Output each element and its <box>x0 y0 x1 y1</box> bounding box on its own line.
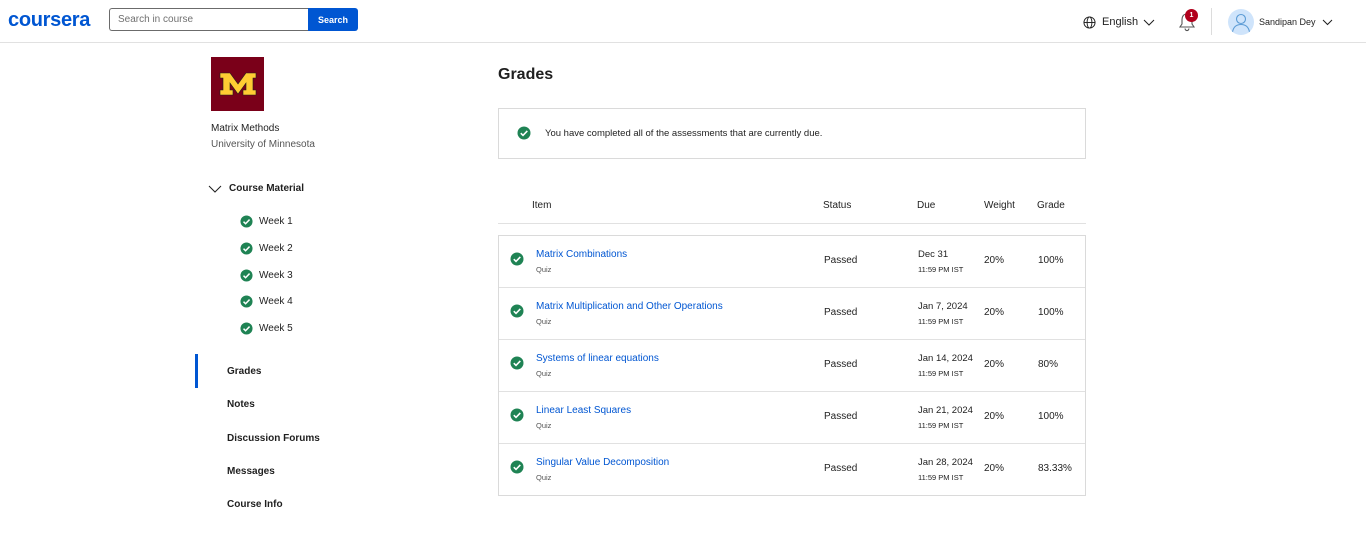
sidebar-item-notes[interactable]: Notes <box>227 399 255 410</box>
column-header-due: Due <box>917 200 936 211</box>
table-row: Matrix Multiplication and Other Operatio… <box>499 288 1085 340</box>
course-material-label: Course Material <box>229 183 305 194</box>
notice-text: You have completed all of the assessment… <box>545 128 823 139</box>
umn-m-logo-icon <box>219 72 256 96</box>
assessment-link[interactable]: Matrix Multiplication and Other Operatio… <box>536 301 723 312</box>
check-circle-icon <box>510 356 524 370</box>
column-header-item: Item <box>532 200 552 211</box>
check-circle-icon <box>510 460 524 474</box>
status-text: Passed <box>824 411 858 422</box>
user-icon <box>1231 13 1251 33</box>
chevron-down-icon <box>1322 19 1332 25</box>
globe-icon <box>1083 15 1096 29</box>
grade-value: 83.33% <box>1038 463 1072 474</box>
sidebar-item-week-5[interactable]: Week 5 <box>240 322 293 335</box>
due-time: 11:59 PM IST <box>918 265 964 274</box>
avatar[interactable] <box>1228 9 1254 35</box>
sidebar-item-discussion-forums[interactable]: Discussion Forums <box>227 433 320 444</box>
status-text: Passed <box>824 255 858 266</box>
column-header-weight: Weight <box>984 200 1015 211</box>
chevron-down-icon <box>1143 19 1155 26</box>
assessment-link[interactable]: Matrix Combinations <box>536 249 627 260</box>
assessment-link[interactable]: Singular Value Decomposition <box>536 457 669 468</box>
due-date: Jan 14, 2024 <box>918 353 973 364</box>
user-menu[interactable]: Sandipan Dey <box>1259 13 1333 31</box>
due-time: 11:59 PM IST <box>918 369 964 378</box>
chevron-down-icon <box>208 185 222 193</box>
column-header-status: Status <box>823 200 852 211</box>
due-date: Jan 28, 2024 <box>918 457 973 468</box>
course-title[interactable]: Matrix Methods <box>211 123 279 134</box>
active-nav-indicator <box>195 354 198 388</box>
table-row: Systems of linear equations Quiz Passed … <box>499 340 1085 392</box>
university-logo <box>211 57 264 111</box>
assessment-type: Quiz <box>536 473 552 482</box>
check-circle-icon <box>510 304 524 318</box>
column-header-grade: Grade <box>1037 200 1065 211</box>
due-time: 11:59 PM IST <box>918 473 964 482</box>
week-label: Week 3 <box>259 270 293 281</box>
header-divider <box>1211 8 1212 35</box>
grades-table: Matrix Combinations Quiz Passed Dec 31 1… <box>498 235 1086 496</box>
due-time: 11:59 PM IST <box>918 421 964 430</box>
language-label: English <box>1102 16 1139 28</box>
due-time: 11:59 PM IST <box>918 317 964 326</box>
assessment-type: Quiz <box>536 369 552 378</box>
assessment-type: Quiz <box>536 265 552 274</box>
language-selector[interactable]: English <box>1083 13 1155 31</box>
sidebar-item-week-4[interactable]: Week 4 <box>240 295 293 308</box>
coursera-logo[interactable]: coursera <box>8 9 90 32</box>
weight-value: 20% <box>984 359 1005 370</box>
due-date: Jan 7, 2024 <box>918 301 968 312</box>
top-header: coursera Search English 1 Sandipan Dey <box>0 0 1366 43</box>
check-circle-icon <box>240 322 253 335</box>
week-label: Week 5 <box>259 323 293 334</box>
grade-value: 100% <box>1038 411 1064 422</box>
sidebar-item-course-info[interactable]: Course Info <box>227 499 283 510</box>
weight-value: 20% <box>984 307 1005 318</box>
sidebar-item-week-2[interactable]: Week 2 <box>240 242 293 255</box>
check-circle-icon <box>240 295 253 308</box>
check-circle-icon <box>510 408 524 422</box>
status-text: Passed <box>824 463 858 474</box>
weight-value: 20% <box>984 411 1005 422</box>
search-button[interactable]: Search <box>308 8 358 31</box>
sidebar-item-week-1[interactable]: Week 1 <box>240 215 293 228</box>
check-circle-icon <box>240 242 253 255</box>
week-label: Week 2 <box>259 243 293 254</box>
header-divider <box>498 223 1086 224</box>
assessment-type: Quiz <box>536 317 552 326</box>
grade-value: 100% <box>1038 307 1064 318</box>
sidebar-item-grades[interactable]: Grades <box>227 366 261 377</box>
table-row: Singular Value Decomposition Quiz Passed… <box>499 444 1085 495</box>
table-row: Matrix Combinations Quiz Passed Dec 31 1… <box>499 236 1085 288</box>
completion-notice: You have completed all of the assessment… <box>498 108 1086 159</box>
status-text: Passed <box>824 359 858 370</box>
assessment-link[interactable]: Systems of linear equations <box>536 353 659 364</box>
course-material-toggle[interactable]: Course Material <box>208 183 304 194</box>
table-row: Linear Least Squares Quiz Passed Jan 21,… <box>499 392 1085 444</box>
user-name: Sandipan Dey <box>1259 17 1316 27</box>
sidebar-item-messages[interactable]: Messages <box>227 466 275 477</box>
university-name: University of Minnesota <box>211 139 315 150</box>
check-circle-icon <box>240 215 253 228</box>
due-date: Dec 31 <box>918 249 949 260</box>
check-circle-icon <box>517 126 531 140</box>
weight-value: 20% <box>984 255 1005 266</box>
weight-value: 20% <box>984 463 1005 474</box>
status-text: Passed <box>824 307 858 318</box>
assessment-type: Quiz <box>536 421 552 430</box>
grade-value: 80% <box>1038 359 1059 370</box>
sidebar-item-week-3[interactable]: Week 3 <box>240 269 293 282</box>
check-circle-icon <box>510 252 524 266</box>
search-input[interactable] <box>109 8 309 31</box>
notification-badge: 1 <box>1185 9 1198 22</box>
check-circle-icon <box>240 269 253 282</box>
week-label: Week 4 <box>259 296 293 307</box>
due-date: Jan 21, 2024 <box>918 405 973 416</box>
assessment-link[interactable]: Linear Least Squares <box>536 405 631 416</box>
grade-value: 100% <box>1038 255 1064 266</box>
page-title: Grades <box>498 66 554 83</box>
week-label: Week 1 <box>259 216 293 227</box>
